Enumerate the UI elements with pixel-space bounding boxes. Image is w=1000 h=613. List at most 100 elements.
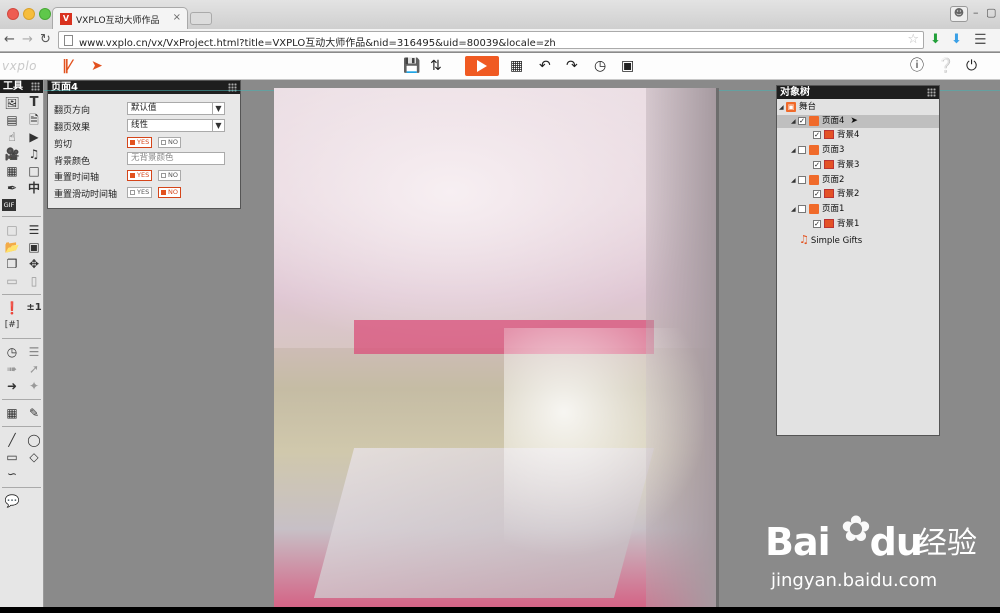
tree-item-bg1[interactable]: ✓ 背景1 — [813, 218, 859, 231]
forward-arrow-icon[interactable]: → — [22, 32, 33, 47]
panel-grip-icon[interactable] — [31, 82, 40, 91]
music-tool-icon[interactable]: ♫ — [24, 146, 44, 162]
back-arrow-icon[interactable]: ← — [4, 32, 15, 47]
gif-tool-icon[interactable]: GIF — [2, 199, 16, 211]
tree-item-page2[interactable]: ◢ 页面2 — [791, 174, 844, 187]
camera-tool-icon[interactable]: 🎥 — [2, 146, 22, 162]
new-tab-button[interactable] — [190, 12, 212, 25]
reset-slide-yes-toggle[interactable]: YES — [127, 187, 153, 198]
layers-tool-icon[interactable]: ☰ — [24, 222, 44, 238]
ellipse-tool-icon[interactable]: ◯ — [24, 432, 44, 448]
menu-icon[interactable]: ☰ — [974, 32, 987, 48]
path-tool-icon[interactable]: ∽ — [2, 466, 22, 482]
visibility-checkbox[interactable] — [798, 145, 806, 154]
visibility-checkbox[interactable]: ✓ — [813, 130, 821, 139]
save-icon[interactable]: 💾 — [403, 57, 420, 75]
preview-play-button[interactable] — [465, 56, 499, 76]
visibility-checkbox[interactable]: ✓ — [813, 219, 821, 228]
history-icon[interactable]: ◷ — [594, 57, 606, 75]
brush-tool-icon[interactable]: ✒ — [2, 180, 22, 196]
video-tool-icon[interactable]: ▶ — [24, 129, 44, 145]
download-green-icon[interactable]: ⬇ — [930, 32, 941, 47]
window-minimize-icon[interactable]: – — [973, 6, 979, 19]
edit-tool-icon[interactable]: ✎ — [24, 405, 44, 421]
address-bar[interactable]: www.vxplo.cn/vx/VxProject.html?title=VXP… — [58, 31, 924, 49]
screenshot-icon[interactable]: ▣ — [621, 57, 634, 75]
expand-triangle-icon[interactable]: ◢ — [791, 174, 798, 187]
power-icon[interactable]: ⏻ — [966, 57, 977, 75]
group-tool-icon[interactable]: ▣ — [24, 239, 44, 255]
page-tool-icon[interactable]: □ — [2, 222, 22, 238]
close-window-button[interactable] — [7, 8, 19, 20]
flip-direction-select[interactable]: 默认值 ▼ — [127, 102, 225, 115]
redo-icon[interactable]: ↷ — [566, 57, 578, 75]
reset-timeline-yes-toggle[interactable]: YES — [127, 170, 153, 181]
clip-no-toggle[interactable]: NO — [158, 137, 181, 148]
run-tool-icon[interactable]: ➠ — [2, 361, 22, 377]
expand-triangle-icon[interactable]: ◢ — [791, 203, 798, 216]
info-icon[interactable]: ⓘ — [910, 57, 924, 75]
tree-item-page3[interactable]: ◢ 页面3 — [791, 144, 844, 157]
tree-item-music[interactable]: ♫ Simple Gifts — [799, 233, 862, 246]
tree-item-stage[interactable]: ◢ ▣ 舞台 — [779, 101, 937, 114]
maximize-window-button[interactable] — [39, 8, 51, 20]
visibility-checkbox[interactable]: ✓ — [798, 116, 806, 125]
rectangle-tool-icon[interactable]: ▭ — [2, 449, 22, 465]
panel-grip-icon[interactable] — [927, 88, 936, 97]
browser-tab[interactable]: V VXPLO互动大师作品 × — [52, 7, 188, 30]
device-tool-icon[interactable]: ▯ — [24, 273, 44, 289]
line-tool-icon[interactable]: ╱ — [2, 432, 22, 448]
wand-tool-icon[interactable]: ✦ — [24, 378, 44, 394]
rocket-icon[interactable]: ➤ — [91, 57, 103, 75]
text-tool-icon[interactable]: T — [24, 95, 44, 111]
bookmark-star-icon[interactable]: ☆ — [907, 32, 919, 47]
folder-tool-icon[interactable]: 📂 — [2, 239, 22, 255]
move-tool-icon[interactable]: ✥ — [24, 256, 44, 272]
library-icon[interactable]: ‖⁄ — [62, 57, 71, 75]
timer-tool-icon[interactable]: ◷ — [2, 344, 22, 360]
reset-slide-no-toggle[interactable]: NO — [158, 187, 181, 198]
chat-tool-icon[interactable]: 💬 — [2, 493, 22, 509]
export-icon[interactable]: ⇅ — [430, 57, 442, 75]
clip-yes-toggle[interactable]: YES — [127, 137, 153, 148]
chinese-tool-icon[interactable]: 中 — [24, 180, 44, 196]
window-restore-icon[interactable]: ▢ — [986, 6, 996, 19]
comment-tool-icon[interactable]: ❗ — [2, 300, 22, 316]
profile-icon[interactable]: ☻ — [950, 6, 968, 22]
expand-triangle-icon[interactable]: ◢ — [779, 101, 786, 114]
visibility-checkbox[interactable]: ✓ — [813, 160, 821, 169]
tree-item-page1[interactable]: ◢ 页面1 — [791, 203, 844, 216]
tree-item-page4[interactable]: ◢ ✓ 页面4 ➤ — [777, 115, 939, 128]
document-tool-icon[interactable]: 🗎 — [24, 112, 44, 128]
touch-tool-icon[interactable]: ☝ — [2, 129, 22, 145]
tree-item-bg4[interactable]: ✓ 背景4 — [813, 129, 859, 142]
diamond-tool-icon[interactable]: ◇ — [24, 449, 44, 465]
visibility-checkbox[interactable] — [798, 175, 806, 184]
image-tool-icon[interactable]: 🖼 — [2, 95, 22, 111]
frame-tool-icon[interactable]: ▤ — [2, 112, 22, 128]
expand-triangle-icon[interactable]: ◢ — [791, 144, 798, 157]
sliders-tool-icon[interactable]: ☰ — [24, 344, 44, 360]
tree-item-bg3[interactable]: ✓ 背景3 — [813, 159, 859, 172]
code-tool-icon[interactable]: [#] — [2, 317, 22, 333]
flip-effect-select[interactable]: 线性 ▼ — [127, 119, 225, 132]
reset-timeline-no-toggle[interactable]: NO — [158, 170, 181, 181]
shake-tool-icon[interactable]: ➜ — [2, 378, 22, 394]
pin-tool-icon[interactable]: ➚ — [24, 361, 44, 377]
help-icon[interactable]: ❔ — [937, 57, 954, 75]
mobile-tool-icon[interactable]: □ — [24, 163, 44, 179]
visibility-checkbox[interactable] — [798, 204, 806, 213]
tree-item-bg2[interactable]: ✓ 背景2 — [813, 188, 859, 201]
bg-color-input[interactable]: 无背景颜色 — [127, 152, 225, 165]
reload-icon[interactable]: ↻ — [40, 32, 51, 47]
qr-tool-icon[interactable]: ▦ — [2, 163, 22, 179]
tab-close-icon[interactable]: × — [173, 12, 181, 23]
qr-code-icon[interactable]: ▦ — [510, 57, 523, 75]
stage-canvas[interactable] — [274, 88, 716, 607]
visibility-checkbox[interactable]: ✓ — [813, 189, 821, 198]
undo-icon[interactable]: ↶ — [539, 57, 551, 75]
copy-tool-icon[interactable]: ❐ — [2, 256, 22, 272]
monitor-tool-icon[interactable]: ▭ — [2, 273, 22, 289]
table-tool-icon[interactable]: ▦ — [2, 405, 22, 421]
download-blue-icon[interactable]: ⬇ — [951, 32, 962, 47]
